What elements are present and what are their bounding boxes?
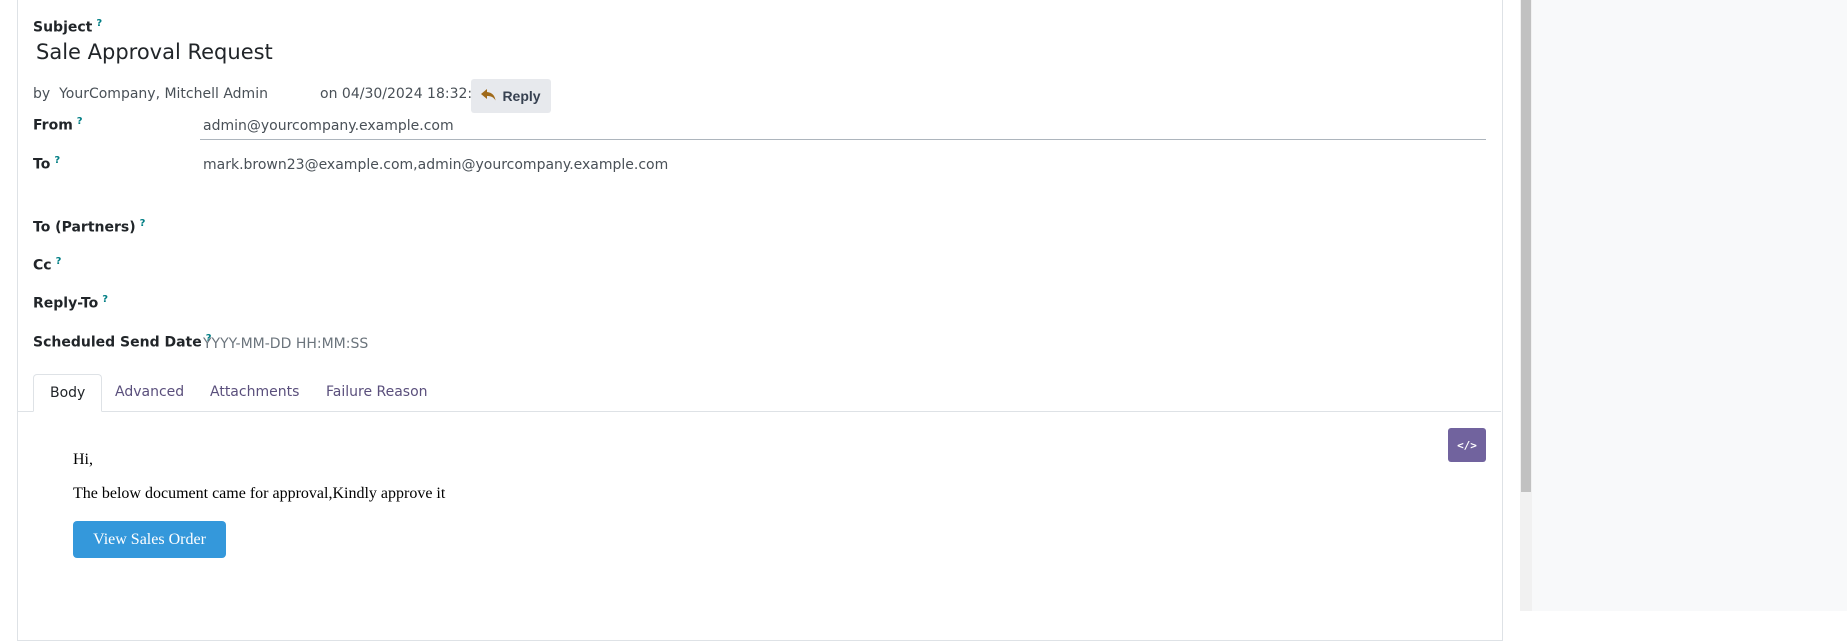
to-label: To? [33,155,60,173]
message-date: 04/30/2024 18:32:34 [341,86,490,102]
from-field[interactable]: admin@yourcompany.example.com [203,118,454,134]
code-view-button[interactable]: </> [1448,428,1486,462]
to-partners-label-text: To (Partners) [33,219,136,236]
scheduled-label-text: Scheduled Send Date [33,334,202,351]
help-icon[interactable]: ? [96,18,102,29]
tab-attachments[interactable]: Attachments [194,374,315,411]
help-icon[interactable]: ? [102,294,108,305]
cc-label: Cc? [33,256,61,274]
help-icon[interactable]: ? [54,155,60,166]
reply-button[interactable]: Reply [471,79,551,113]
by-prefix: by [33,86,51,102]
cc-field[interactable] [203,256,1403,276]
body-message: The below document came for approval,Kin… [73,485,446,502]
body-greeting: Hi, [73,451,93,468]
to-label-text: To [33,156,51,173]
tab-body[interactable]: Body [33,374,103,412]
subject-title: Sale Approval Request [36,40,273,64]
reply-label: Reply [502,88,541,104]
reply-to-label-text: Reply-To [33,295,99,312]
reply-arrow-icon [481,88,496,104]
from-field-underline [200,139,1486,140]
date-line: on 04/30/2024 18:32:34 [320,86,490,102]
to-field[interactable]: mark.brown23@example.com,admin@yourcompa… [203,157,668,173]
tab-advanced[interactable]: Advanced [99,374,200,411]
from-label-text: From [33,117,73,134]
cc-label-text: Cc [33,257,52,274]
author-name: YourCompany, Mitchell Admin [59,86,268,102]
scheduled-send-date-label: Scheduled Send Date? [33,333,212,351]
tab-failure-reason[interactable]: Failure Reason [310,374,444,411]
to-partners-field[interactable] [203,218,1403,238]
tabs-divider [17,411,1501,412]
help-icon[interactable]: ? [56,256,62,267]
date-prefix: on [320,86,338,102]
subject-label: Subject? [33,18,102,36]
reply-to-label: Reply-To? [33,294,108,312]
reply-to-field[interactable] [203,294,1403,314]
author-line: by YourCompany, Mitchell Admin [33,86,268,102]
scrollbar-thumb[interactable] [1521,0,1531,492]
to-partners-label: To (Partners)? [33,218,145,236]
scheduled-send-date-input[interactable]: YYYY-MM-DD HH:MM:SS [203,336,368,352]
from-label: From? [33,116,83,134]
help-icon[interactable]: ? [140,218,146,229]
chatter-pane [1532,0,1847,611]
view-sales-order-button[interactable]: View Sales Order [73,521,226,558]
help-icon[interactable]: ? [77,116,83,127]
code-icon: </> [1457,438,1477,452]
subject-label-text: Subject [33,19,93,36]
